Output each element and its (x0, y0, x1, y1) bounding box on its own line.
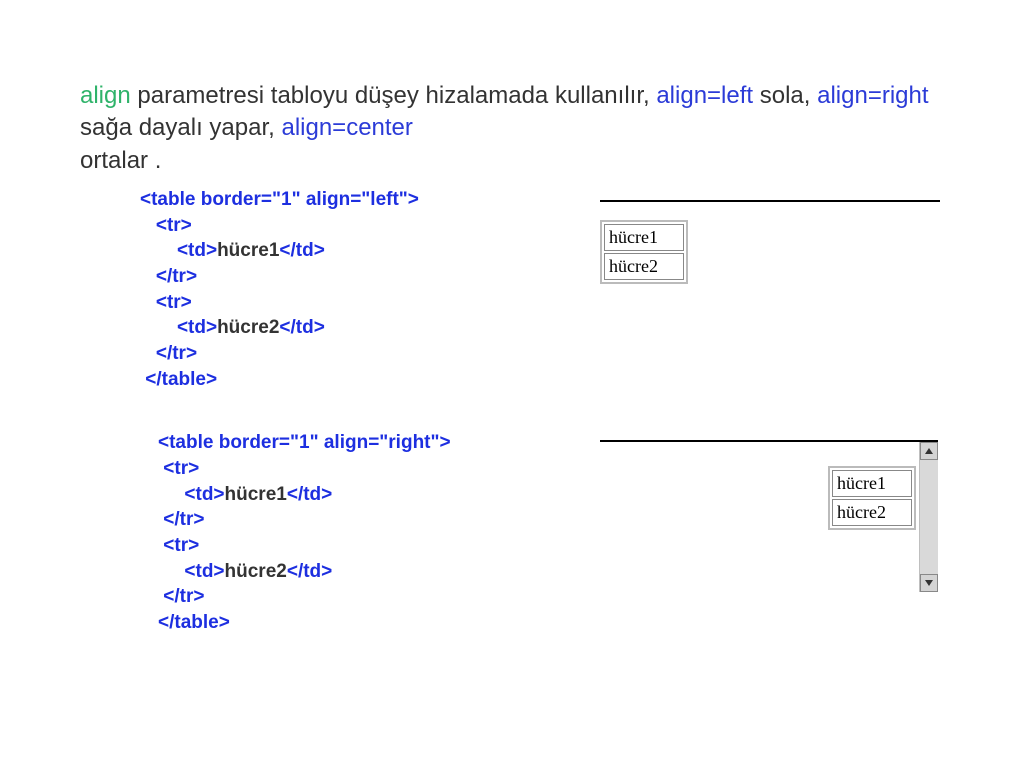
code-line: </tr> (163, 586, 204, 607)
table-cell: hücre2 (832, 499, 912, 526)
code-line: <table border="1" align="right"> (158, 432, 451, 453)
scroll-down-icon[interactable] (920, 574, 938, 592)
code-text: hücre2 (217, 317, 279, 338)
code-text: hücre1 (225, 484, 287, 505)
code-line: </td> (279, 240, 324, 261)
table-row: hücre1 (604, 224, 684, 251)
code-line: </tr> (156, 266, 197, 287)
preview-align-left: hücre1 hücre2 (600, 200, 940, 284)
code-line: </table> (145, 369, 217, 390)
code-line: </td> (287, 484, 332, 505)
scrollbar[interactable] (919, 442, 938, 592)
code-line: </table> (158, 612, 230, 633)
scroll-up-icon[interactable] (920, 442, 938, 460)
code-line: </tr> (156, 343, 197, 364)
intro-text-1: parametresi tabloyu düşey hizalamada kul… (131, 82, 657, 109)
preview-align-right: hücre1 hücre2 (600, 440, 940, 592)
table-cell: hücre2 (604, 253, 684, 280)
intro-text-2: sola, (753, 82, 817, 109)
browser-frame: hücre1 hücre2 (600, 440, 938, 592)
code-text: hücre2 (225, 561, 287, 582)
code-text: hücre1 (217, 240, 279, 261)
table-row: hücre2 (604, 253, 684, 280)
intro-paragraph: align parametresi tabloyu düşey hizalama… (80, 80, 944, 177)
code-line: <td> (184, 484, 224, 505)
example-table-right: hücre1 hücre2 (828, 466, 916, 530)
code-line: <td> (184, 561, 224, 582)
code-line: <tr> (156, 292, 192, 313)
code-line: <tr> (156, 215, 192, 236)
table-cell: hücre1 (832, 470, 912, 497)
code-line: <td> (177, 317, 217, 338)
code-line: <tr> (163, 535, 199, 556)
code-line: <td> (177, 240, 217, 261)
code-line: </tr> (163, 509, 204, 530)
code-line: </td> (279, 317, 324, 338)
code-line: </td> (287, 561, 332, 582)
table-row: hücre1 (832, 470, 912, 497)
code-line: <tr> (163, 458, 199, 479)
intro-text-3: sağa dayalı yapar, (80, 114, 281, 141)
code-line: <table border="1" align="left"> (140, 189, 419, 210)
divider (600, 200, 940, 202)
keyword-align-right: align=right (817, 82, 928, 109)
keyword-align: align (80, 82, 131, 109)
example-table-left: hücre1 hücre2 (600, 220, 688, 284)
intro-text-4: ortalar . (80, 147, 161, 174)
table-row: hücre2 (832, 499, 912, 526)
keyword-align-left: align=left (656, 82, 753, 109)
keyword-align-center: align=center (281, 114, 412, 141)
table-cell: hücre1 (604, 224, 684, 251)
